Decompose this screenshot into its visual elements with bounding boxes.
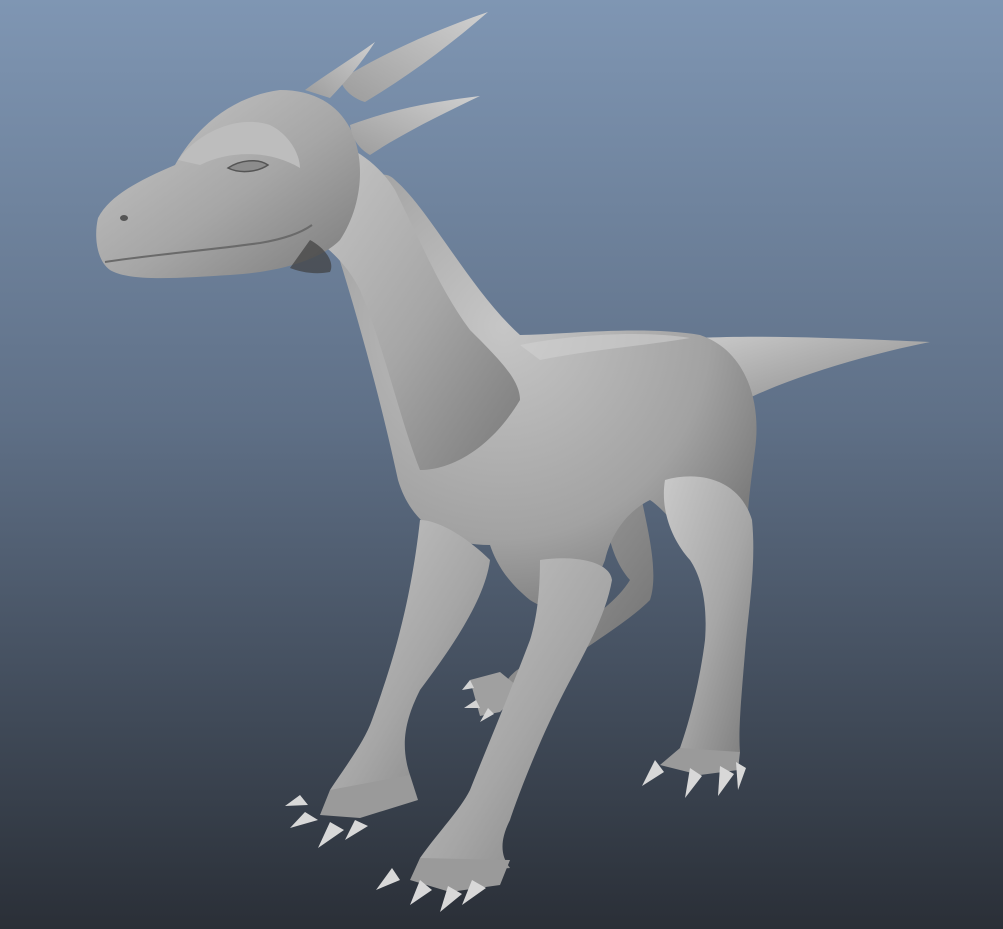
viewport-canvas[interactable] — [0, 0, 1003, 929]
nostril — [120, 215, 128, 221]
3d-viewport[interactable] — [0, 0, 1003, 929]
